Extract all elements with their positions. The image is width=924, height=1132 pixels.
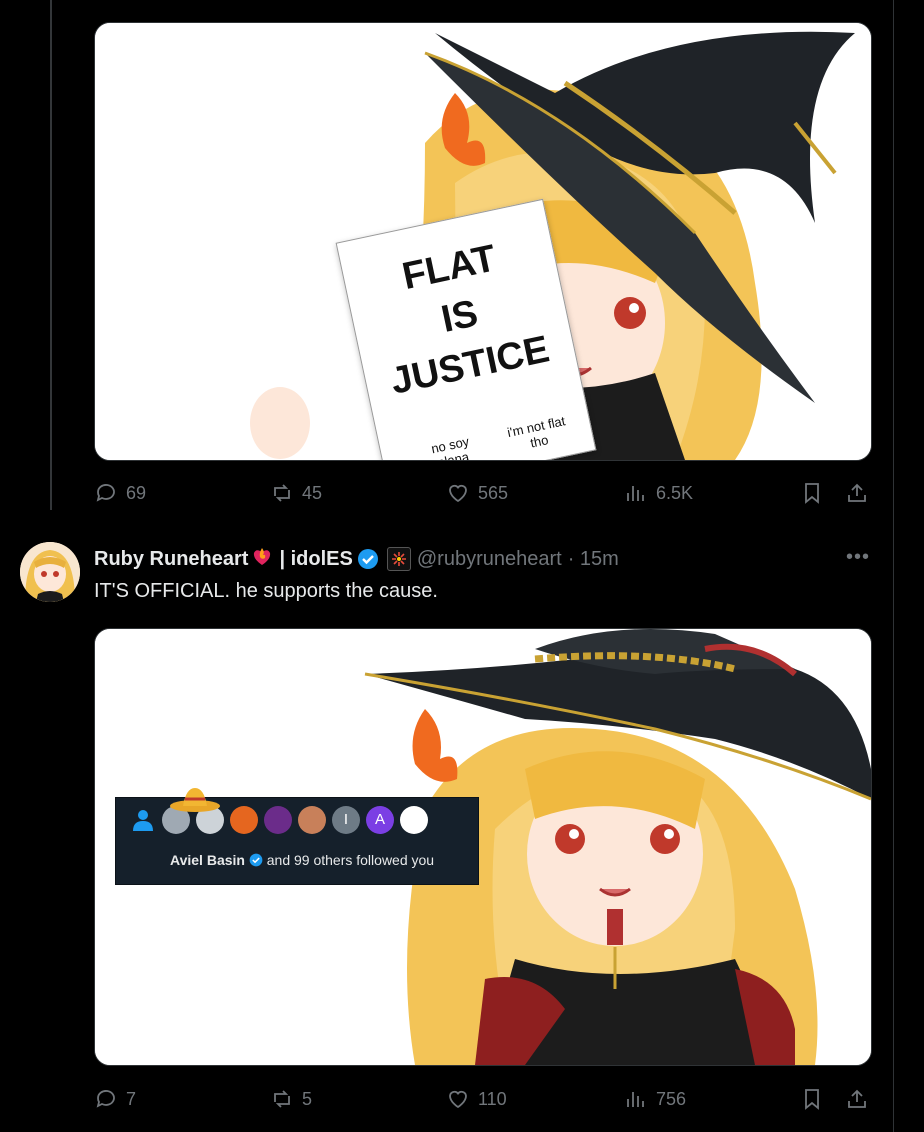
post2-reply-button[interactable]: 7 (94, 1087, 136, 1111)
notification-rest: and 99 others followed you (266, 852, 435, 868)
follower-avatar (298, 806, 326, 834)
follower-avatar (230, 806, 258, 834)
author-avatar[interactable] (20, 542, 80, 602)
affiliation-badge-icon[interactable] (386, 547, 411, 571)
repost-icon (274, 1090, 290, 1108)
post2-views-button[interactable]: 756 (624, 1087, 686, 1111)
author-name-suffix: | idolES (279, 547, 353, 570)
thread-connector-line (50, 0, 52, 510)
post1-image[interactable]: FLAT IS JUSTICE no soy plana i'm not fla… (94, 22, 872, 461)
bookmark-icon (805, 1089, 819, 1110)
post1-reply-count: 69 (126, 483, 147, 503)
heart-icon (449, 484, 467, 503)
notification-text: Aviel Basin and 99 others followed you (170, 852, 434, 868)
sombrero-icon (170, 788, 220, 812)
notification-name: Aviel Basin (170, 852, 245, 868)
sign-note-right: i'm not flat tho (505, 413, 567, 451)
post2-reply-count: 7 (126, 1089, 137, 1109)
follower-avatar (264, 806, 292, 834)
repost-icon (274, 484, 290, 502)
share-icon (848, 483, 866, 502)
post2-text: IT'S OFFICIAL. he supports the cause. (94, 580, 438, 602)
post2-header: Ruby Runeheart | idolES @rubyruneheart ·… (94, 544, 619, 574)
fire-heart-emoji-icon (251, 545, 273, 573)
post-timestamp[interactable]: · 15m (568, 548, 619, 571)
post1-like-button[interactable]: 565 (446, 481, 508, 505)
views-icon (627, 486, 644, 501)
post2-bookmark-button[interactable] (800, 1087, 824, 1111)
timeline-border (893, 0, 894, 1132)
post1-repost-button[interactable]: 45 (270, 481, 322, 505)
share-icon (848, 1089, 866, 1108)
post2-views-count: 756 (656, 1089, 687, 1109)
bookmark-icon (805, 483, 819, 504)
sign-note-left: no soy plana (429, 433, 471, 461)
post1-views-button[interactable]: 6.5K (624, 481, 693, 505)
author-handle[interactable]: @rubyruneheart (417, 548, 562, 571)
person-icon (133, 810, 153, 831)
post2-share-button[interactable] (845, 1087, 869, 1111)
post2-repost-button[interactable]: 5 (270, 1087, 312, 1111)
post1-repost-count: 45 (302, 483, 323, 503)
reply-icon (96, 1090, 115, 1108)
avatar-image (20, 542, 80, 602)
post1-reply-button[interactable]: 69 (94, 481, 146, 505)
post1-like-count: 565 (478, 483, 509, 503)
post2-like-button[interactable]: 110 (446, 1087, 507, 1111)
post1-bookmark-button[interactable] (800, 481, 824, 505)
post1-action-bar: 69 45 565 6.5K (94, 481, 870, 509)
follower-avatar-letter: I (332, 806, 360, 834)
follow-notification-screenshot: I A Aviel Basin and 99 others followed y… (115, 788, 479, 885)
views-icon (627, 1092, 644, 1107)
reply-icon (96, 484, 115, 502)
post2-image[interactable]: I A Aviel Basin and 99 others followed y… (94, 628, 872, 1066)
follower-avatar (400, 806, 428, 834)
follower-avatar-letter: A (366, 806, 394, 834)
post2-repost-count: 5 (302, 1089, 313, 1109)
post1-views-count: 6.5K (656, 483, 694, 503)
verified-badge-icon (357, 549, 378, 569)
post2-like-count: 110 (478, 1089, 507, 1109)
post1-share-button[interactable] (845, 481, 869, 505)
author-name[interactable]: Ruby Runeheart (94, 548, 248, 571)
notification-verified-icon (249, 853, 263, 867)
heart-icon (449, 1090, 467, 1109)
more-options-button[interactable]: ••• (846, 546, 870, 569)
post2-action-bar: 7 5 110 756 (94, 1087, 870, 1115)
